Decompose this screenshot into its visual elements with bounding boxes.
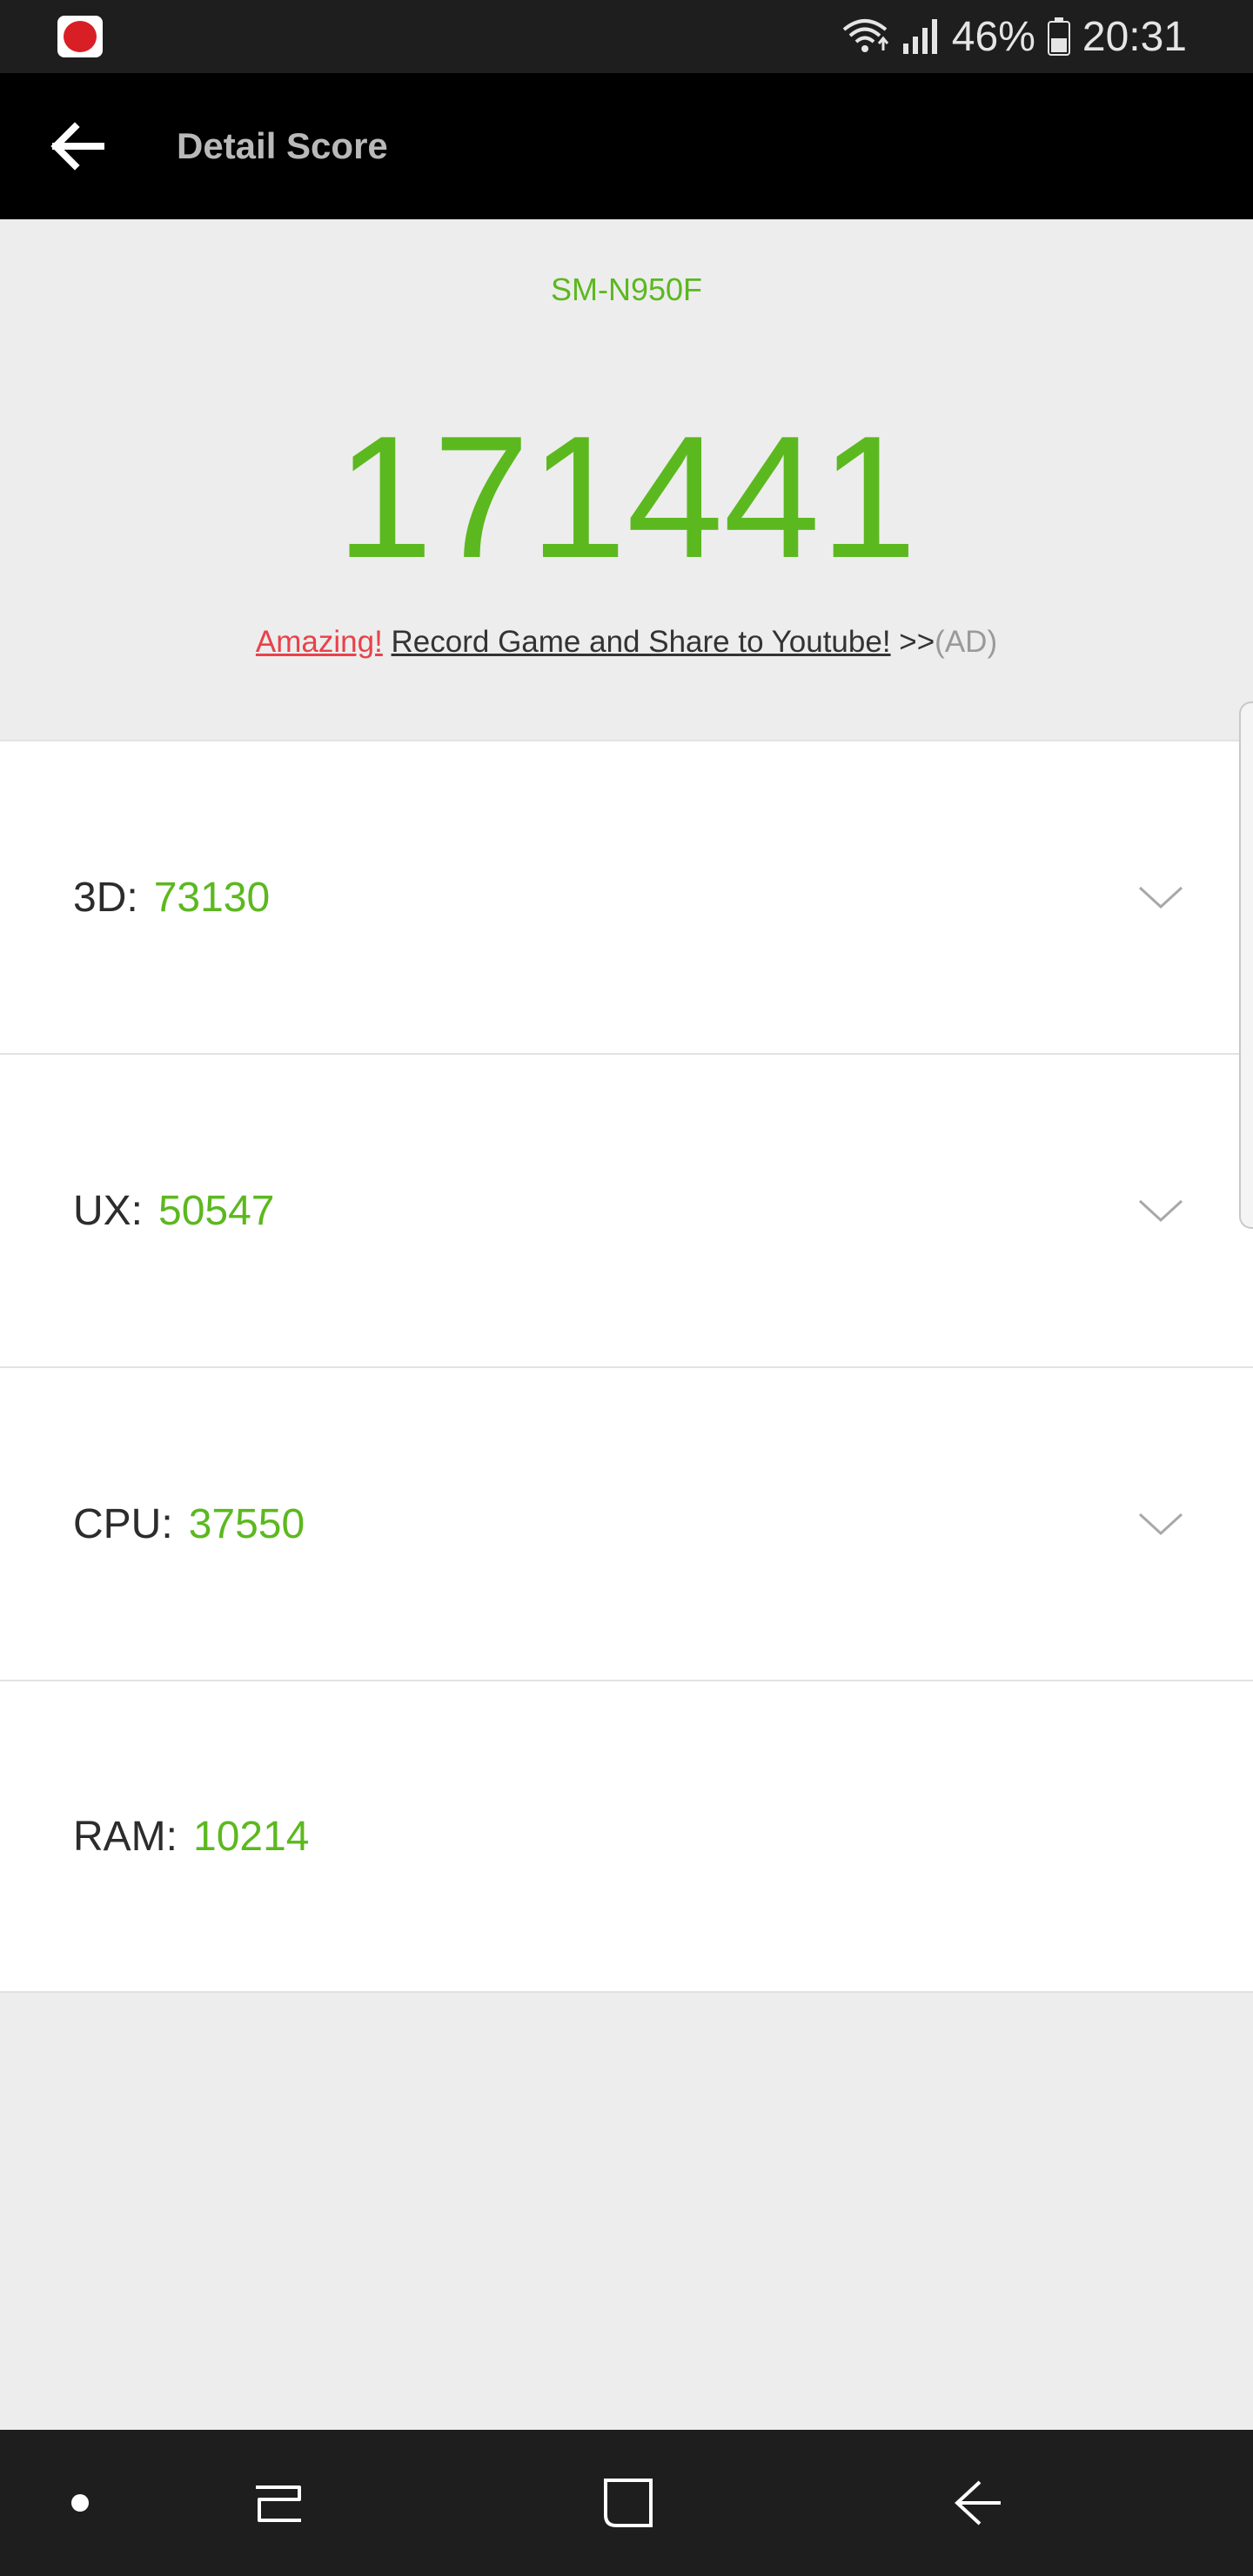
nav-dot-button[interactable] xyxy=(37,2459,124,2546)
ad-amazing-text[interactable]: Amazing! xyxy=(256,625,383,659)
system-back-button[interactable] xyxy=(935,2459,1022,2546)
score-row-cpu[interactable]: CPU: 37550 xyxy=(0,1366,1253,1680)
score-name: 3D: xyxy=(73,874,138,921)
antutu-app-icon xyxy=(57,16,103,57)
navigation-bar xyxy=(0,2430,1253,2576)
chevron-down-icon[interactable] xyxy=(1136,1197,1185,1224)
recent-apps-icon xyxy=(256,2485,301,2522)
score-value: 73130 xyxy=(153,874,271,921)
total-score: 171441 xyxy=(336,400,917,594)
score-value: 50547 xyxy=(158,1187,275,1234)
dot-icon xyxy=(71,2494,89,2512)
score-name: CPU: xyxy=(73,1500,173,1547)
edge-panel-handle[interactable] xyxy=(1239,701,1253,1229)
score-label: RAM: 10214 xyxy=(73,1681,309,1991)
score-list: 3D: 73130 UX: 50547 CPU: 37550 RAM: 1021… xyxy=(0,740,1253,1993)
wifi-icon xyxy=(842,19,888,52)
chevron-down-icon[interactable] xyxy=(1136,1511,1185,1537)
score-row-3d[interactable]: 3D: 73130 xyxy=(0,740,1253,1053)
score-row-ux[interactable]: UX: 50547 xyxy=(0,1053,1253,1366)
signal-icon xyxy=(902,19,937,54)
device-model: SM-N950F xyxy=(550,272,703,307)
chevron-down-icon[interactable] xyxy=(1136,884,1185,910)
back-icon xyxy=(955,2480,1001,2526)
ad-arrows: >> xyxy=(899,625,935,659)
status-indicators: 46% 20:31 xyxy=(841,0,1187,73)
arrow-left-icon xyxy=(50,122,104,171)
ad-record-link[interactable]: Record Game and Share to Youtube! xyxy=(392,625,891,659)
app-bar: Detail Score xyxy=(0,73,1253,219)
battery-percent: 46% xyxy=(951,13,1035,60)
score-value: 37550 xyxy=(188,1500,305,1547)
score-header: SM-N950F 171441 Amazing! Record Game and… xyxy=(0,219,1253,740)
home-button[interactable] xyxy=(585,2459,672,2546)
page-title: Detail Score xyxy=(177,125,388,166)
status-bar: 46% 20:31 xyxy=(0,0,1253,73)
clock: 20:31 xyxy=(1082,13,1187,60)
recent-apps-button[interactable] xyxy=(235,2459,322,2546)
score-label: 3D: 73130 xyxy=(73,741,270,1053)
battery-icon xyxy=(1047,17,1070,56)
score-label: CPU: 37550 xyxy=(73,1368,305,1680)
ad-banner[interactable]: Amazing! Record Game and Share to Youtub… xyxy=(0,625,1253,660)
score-name: UX: xyxy=(73,1187,144,1234)
score-label: UX: 50547 xyxy=(73,1055,275,1366)
score-value: 10214 xyxy=(193,1813,310,1860)
ad-tag: (AD) xyxy=(935,625,998,659)
back-button[interactable] xyxy=(35,111,118,181)
score-name: RAM: xyxy=(73,1813,178,1860)
score-row-ram: RAM: 10214 xyxy=(0,1680,1253,1993)
home-icon xyxy=(604,2479,653,2527)
